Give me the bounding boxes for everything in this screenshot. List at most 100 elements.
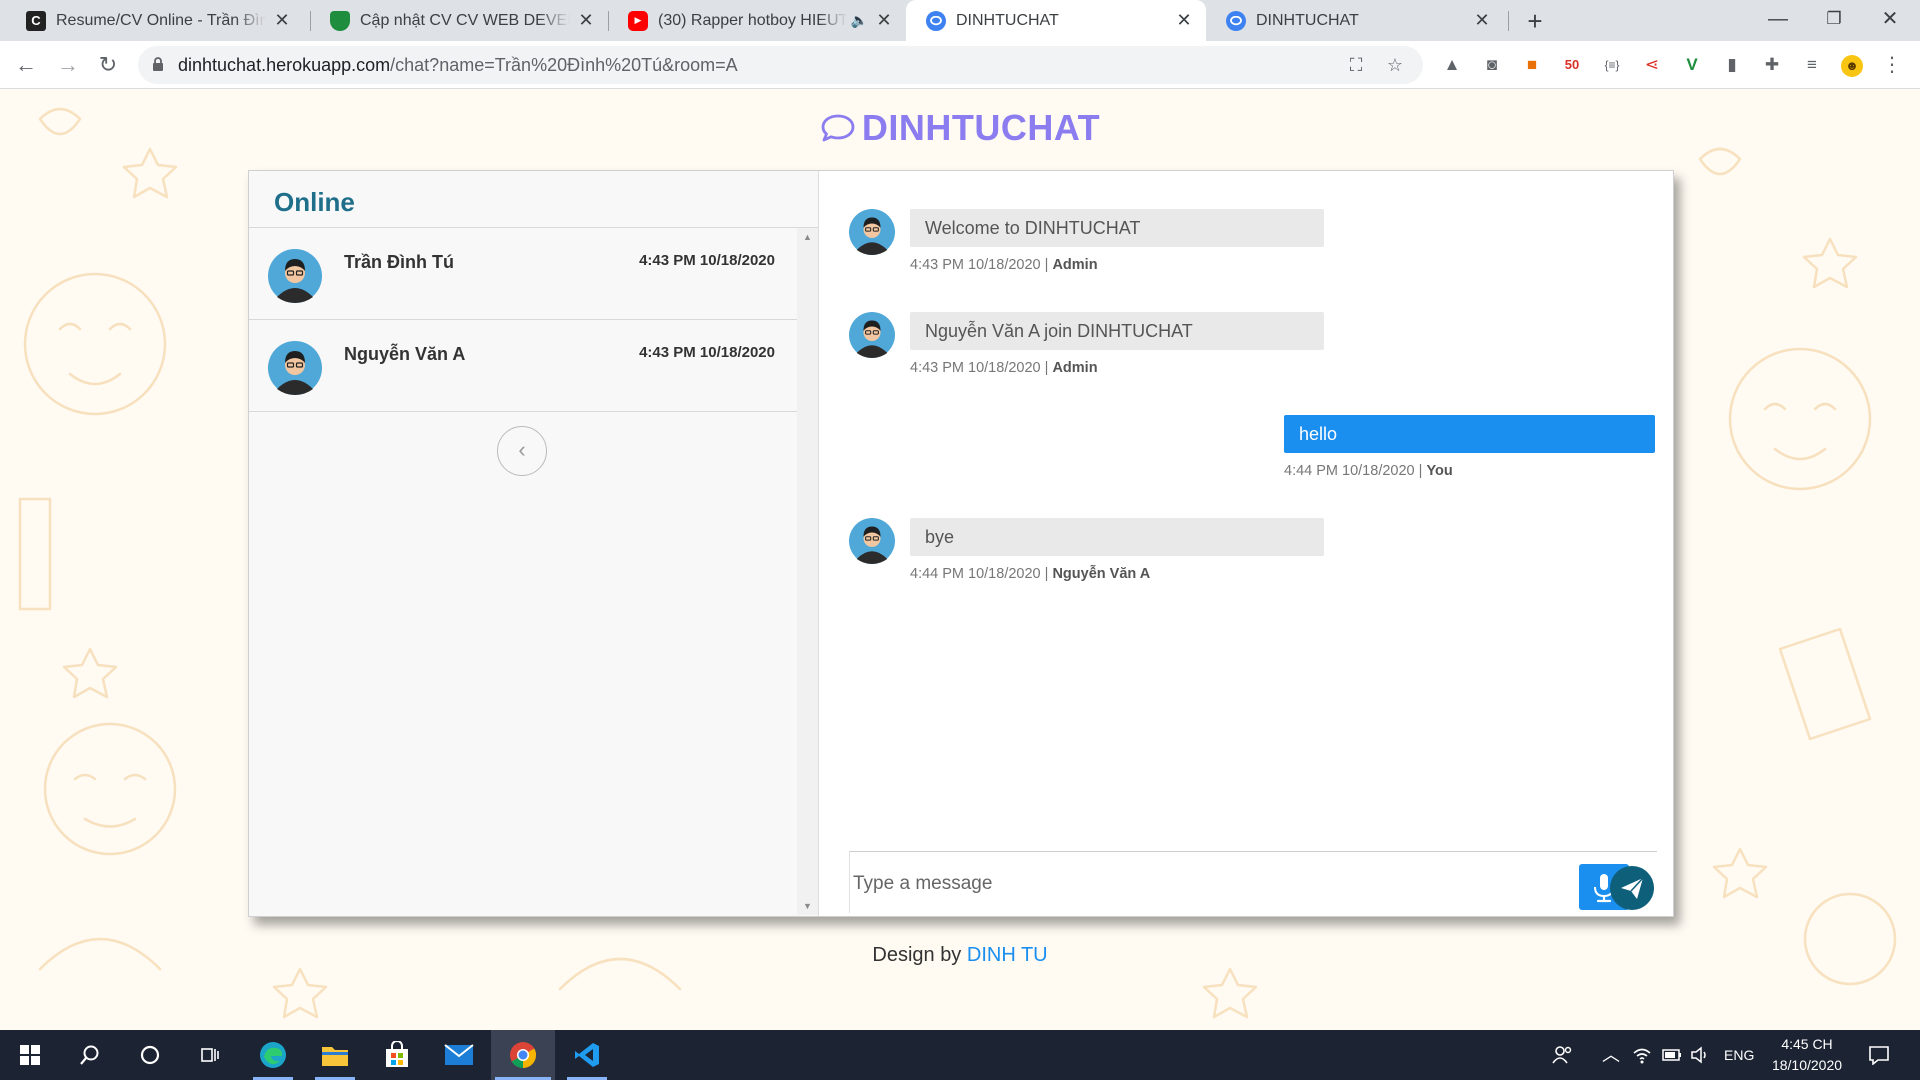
message-time: 4:44 PM 10/18/2020 <box>910 566 1041 582</box>
tab-separator <box>1508 11 1509 31</box>
tab-title: Resume/CV Online - Trần Đình Tú <box>56 11 266 29</box>
shield-icon <box>330 10 350 31</box>
battery-icon[interactable] <box>1662 1030 1682 1080</box>
notifications-icon[interactable] <box>1868 1030 1890 1080</box>
url-host: dinhtuchat.herokuapp.com <box>178 55 391 75</box>
windows-taskbar: ︿ ENG 4:45 CH 18/10/2020 <box>0 1030 1920 1080</box>
online-user-time: 4:43 PM 10/18/2020 <box>639 252 775 269</box>
message-meta: 4:44 PM 10/18/2020 | You <box>1284 463 1453 479</box>
task-view-icon[interactable] <box>180 1030 240 1080</box>
brand-text: DINHTUCHAT <box>861 107 1101 148</box>
people-icon[interactable] <box>1552 1030 1574 1080</box>
tab-title: DINHTUCHAT <box>1256 11 1359 29</box>
windows-start-icon[interactable] <box>0 1030 60 1080</box>
tab-title: (30) Rapper hotboy HIEUTHUHAI <box>658 11 847 29</box>
extension-bar-icon[interactable]: ▮ <box>1720 53 1744 77</box>
message-bubble: Nguyễn Văn A join DINHTUCHAT <box>910 312 1324 350</box>
share-icon[interactable]: ⋖ <box>1640 53 1664 77</box>
online-user-row[interactable]: Nguyễn Văn A 4:43 PM 10/18/2020 <box>249 320 797 412</box>
scroll-up-arrow-icon[interactable]: ▲ <box>797 232 818 242</box>
brand-title: DINHTUCHAT <box>0 107 1920 149</box>
message-bubble: bye <box>910 518 1324 556</box>
search-icon[interactable] <box>60 1030 120 1080</box>
close-tab-icon[interactable]: ✕ <box>1472 10 1492 31</box>
meta-separator: | <box>1044 360 1049 376</box>
online-user-name: Nguyễn Văn A <box>344 344 466 364</box>
media-queue-icon[interactable]: ≡ <box>1800 53 1824 77</box>
message-meta: 4:43 PM 10/18/2020 | Admin <box>910 360 1098 376</box>
extension-badge-icon[interactable]: 50 <box>1560 53 1584 77</box>
message-bubble-mine: hello <box>1284 415 1655 453</box>
vscode-icon[interactable] <box>557 1030 617 1080</box>
bookmark-star-icon[interactable]: ☆ <box>1383 53 1407 77</box>
close-tab-icon[interactable]: ✕ <box>272 10 292 31</box>
online-user-name: Trần Đình Tú <box>344 252 454 272</box>
meta-separator: | <box>1044 257 1049 273</box>
message-author: Admin <box>1052 257 1098 273</box>
speaker-icon[interactable]: 🔈 <box>851 12 868 29</box>
avatar-icon <box>849 312 895 358</box>
json-viewer-icon[interactable]: {≡} <box>1600 53 1624 77</box>
speaker-icon[interactable] <box>1690 1030 1710 1080</box>
new-tab-button[interactable]: + <box>1518 4 1552 38</box>
minimize-button[interactable]: — <box>1750 0 1806 41</box>
paper-plane-icon <box>1621 877 1644 899</box>
clock-time: 4:45 CH <box>1781 1036 1833 1052</box>
chat-bubble-icon <box>821 114 855 142</box>
system-clock[interactable]: 4:45 CH 18/10/2020 <box>1757 1034 1857 1076</box>
browser-tab-active[interactable]: DINHTUCHAT ✕ <box>906 0 1206 41</box>
avatar-icon <box>268 249 322 303</box>
extension-lock-icon[interactable]: ■ <box>1520 53 1544 77</box>
close-tab-icon[interactable]: ✕ <box>576 10 596 31</box>
online-list-scrollbar[interactable]: ▲ ▼ <box>797 228 818 915</box>
browser-tab[interactable]: Cập nhật CV CV WEB DEVELOPER ✕ <box>310 0 608 41</box>
send-button[interactable] <box>1610 866 1654 910</box>
tab-title: DINHTUCHAT <box>956 11 1059 29</box>
messages-area: Welcome to DINHTUCHAT 4:43 PM 10/18/2020… <box>819 171 1673 916</box>
meta-separator: | <box>1418 463 1423 479</box>
chevron-left-icon: ‹ <box>518 437 526 462</box>
reload-icon[interactable]: ↻ <box>92 49 124 81</box>
online-user-time: 4:43 PM 10/18/2020 <box>639 344 775 361</box>
back-arrow-icon[interactable]: ← <box>10 49 42 81</box>
browser-tab[interactable]: ▶ (30) Rapper hotboy HIEUTHUHAI 🔈 ✕ <box>608 0 906 41</box>
close-tab-icon[interactable]: ✕ <box>874 10 894 31</box>
browser-tab[interactable]: C Resume/CV Online - Trần Đình Tú ✕ <box>6 0 304 41</box>
store-icon[interactable] <box>367 1030 427 1080</box>
camera-icon[interactable]: ◙ <box>1480 53 1504 77</box>
edge-icon[interactable] <box>243 1030 303 1080</box>
vue-devtools-icon[interactable]: V <box>1680 53 1704 77</box>
wifi-icon[interactable] <box>1632 1030 1652 1080</box>
scroll-down-arrow-icon[interactable]: ▼ <box>797 901 818 911</box>
menu-kebab-icon[interactable]: ⋮ <box>1880 53 1904 77</box>
translate-icon[interactable]: ⛶ <box>1344 53 1368 77</box>
avatar-icon <box>849 209 895 255</box>
cortana-icon[interactable] <box>120 1030 180 1080</box>
mail-icon[interactable] <box>429 1030 489 1080</box>
message-input[interactable] <box>850 866 1540 902</box>
message-composer <box>849 851 1657 913</box>
drive-icon[interactable]: ▲ <box>1440 53 1464 77</box>
address-bar[interactable]: dinhtuchat.herokuapp.com/chat?name=Trần%… <box>138 46 1423 84</box>
profile-avatar-icon[interactable]: ☻ <box>1840 53 1864 77</box>
file-explorer-icon[interactable] <box>305 1030 365 1080</box>
collapse-panel-button[interactable]: ‹ <box>497 426 547 476</box>
browser-tab[interactable]: DINHTUCHAT ✕ <box>1206 0 1504 41</box>
forward-arrow-icon[interactable]: → <box>52 49 84 81</box>
message-meta: 4:44 PM 10/18/2020 | Nguyễn Văn A <box>910 566 1150 582</box>
page-content: DINHTUCHAT Online Trần Đình Tú 4:43 PM 1… <box>0 89 1920 1030</box>
close-window-button[interactable]: ✕ <box>1862 0 1918 41</box>
chevron-up-icon[interactable]: ︿ <box>1602 1030 1620 1080</box>
chrome-icon[interactable] <box>491 1030 555 1080</box>
footer-author-link[interactable]: DINH TU <box>967 944 1048 966</box>
input-language[interactable]: ENG <box>1724 1030 1754 1080</box>
message-author: Admin <box>1052 360 1098 376</box>
online-user-row[interactable]: Trần Đình Tú 4:43 PM 10/18/2020 <box>249 228 797 320</box>
close-tab-icon[interactable]: ✕ <box>1174 10 1194 31</box>
restore-button[interactable]: ❐ <box>1806 0 1862 41</box>
url-path: /chat?name=Trần%20Đình%20Tú&room=A <box>390 55 738 75</box>
clock-date: 18/10/2020 <box>1771 1057 1843 1073</box>
message-time: 4:43 PM 10/18/2020 <box>910 360 1041 376</box>
puzzle-extensions-icon[interactable]: ✚ <box>1760 53 1784 77</box>
meta-separator: | <box>1044 566 1049 582</box>
